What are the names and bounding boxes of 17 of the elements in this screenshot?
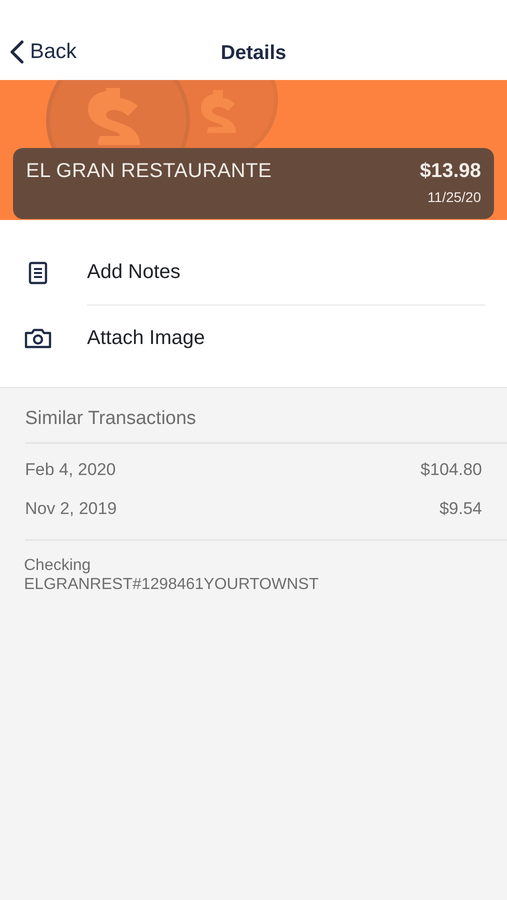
transaction-amount: $13.98 — [420, 160, 481, 183]
camera-icon[interactable] — [24, 326, 52, 348]
page-title: Details — [220, 42, 286, 64]
transaction-date: 11/25/20 — [428, 189, 481, 205]
notes-icon[interactable] — [28, 260, 48, 284]
back-button[interactable]: Back — [10, 40, 77, 64]
action-item[interactable]: Attach Image — [87, 327, 205, 350]
transaction-date: Feb 4, 2020 — [25, 460, 116, 480]
section-heading: Similar Transactions — [25, 388, 507, 444]
chevron-left-icon — [10, 40, 24, 64]
transaction-date: Nov 2, 2019 — [25, 499, 117, 519]
account-description: ELGRANREST#1298461YOURTOWNST — [24, 575, 320, 594]
account-type: Checking — [24, 556, 92, 575]
transaction-amount: $104.80 — [420, 460, 482, 480]
action-item[interactable]: Add Notes — [87, 261, 180, 284]
merchant-name: EL GRAN RESTAURANTE — [26, 160, 272, 184]
transaction-amount: $9.54 — [439, 499, 482, 519]
